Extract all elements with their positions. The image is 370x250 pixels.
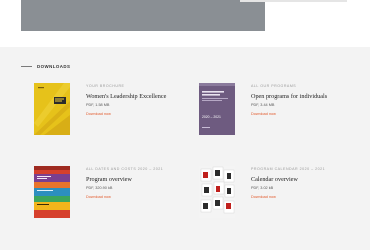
download-card-program-overview: ALL DATES AND COSTS 2020 – 2021 Program …	[34, 166, 184, 224]
hero-image	[21, 0, 265, 31]
download-card-womens-leadership: YOUR BROCHURE Women's Leadership Excelle…	[34, 83, 184, 141]
download-title: Open programs for individuals	[251, 93, 328, 100]
download-card-calendar-overview: PROGRAM CALENDAR 2020 – 2021 Calendar ov…	[199, 166, 349, 224]
file-info: PDF, 3.02 kB	[251, 186, 274, 190]
section-title: DOWNLOADS	[37, 63, 71, 69]
download-card-open-programs: 2020 – 2021 ALL OUR PROGRAMS Open progra…	[199, 83, 349, 141]
section-rule	[21, 65, 32, 67]
brochure-cover-image[interactable]	[34, 83, 70, 135]
download-category: YOUR BROCHURE	[86, 84, 125, 88]
brochure-cover-image[interactable]	[34, 166, 70, 218]
file-info: PDF, 1.58 MB	[86, 103, 110, 107]
download-category: ALL DATES AND COSTS 2020 – 2021	[86, 167, 164, 171]
downloads-header: DOWNLOADS	[21, 62, 70, 70]
download-now-link[interactable]: Download now	[251, 195, 351, 200]
download-category: ALL OUR PROGRAMS	[251, 84, 297, 88]
download-now-link[interactable]: Download now	[86, 195, 186, 200]
download-now-link[interactable]: Download now	[251, 112, 351, 117]
top-divider	[240, 0, 347, 2]
download-title: Calendar overview	[251, 176, 298, 183]
download-now-link[interactable]: Download now	[86, 112, 186, 117]
download-title: Program overview	[86, 176, 132, 183]
cover-year-text: 2020 – 2021	[202, 115, 221, 119]
file-info: PDF, 320.90 kB	[86, 186, 113, 190]
calendar-cover-image[interactable]	[199, 166, 235, 218]
file-info: PDF, 3.44 MB	[251, 103, 275, 107]
brochure-cover-image[interactable]: 2020 – 2021	[199, 83, 235, 135]
download-category: PROGRAM CALENDAR 2020 – 2021	[251, 167, 326, 171]
download-title: Women's Leadership Excellence	[86, 93, 167, 100]
top-banner	[0, 0, 370, 47]
